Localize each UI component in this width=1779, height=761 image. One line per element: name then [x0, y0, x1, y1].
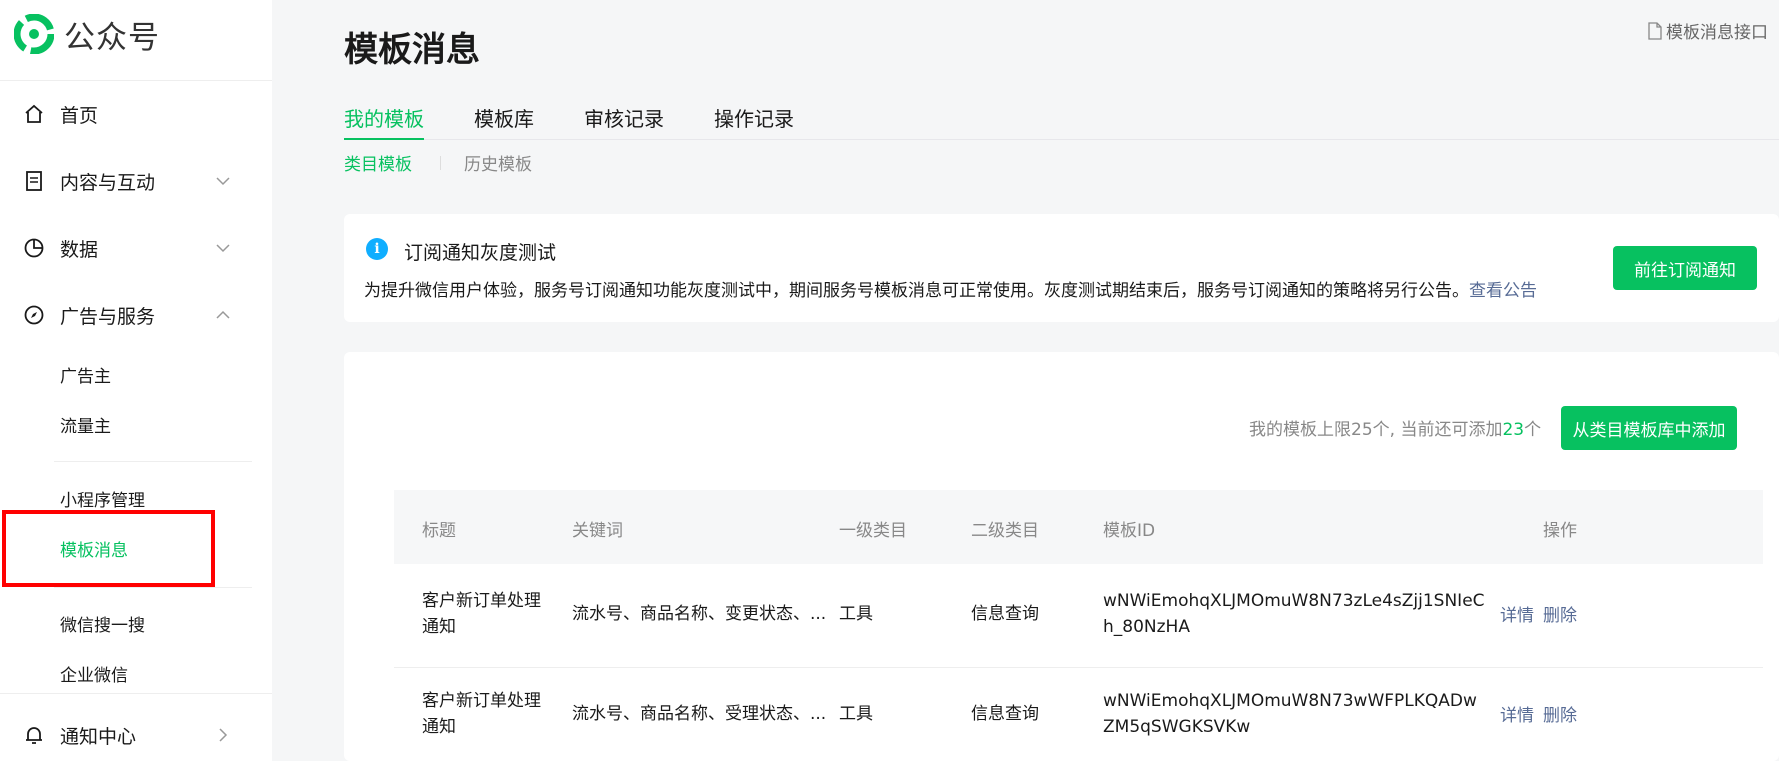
pie-chart-icon [22, 236, 46, 260]
sidebar-subitem-label: 微信搜一搜 [60, 615, 145, 636]
sidebar-divider [0, 80, 272, 81]
sidebar-item-data[interactable]: 数据 [0, 228, 272, 268]
tab-template-library[interactable]: 模板库 [474, 104, 534, 140]
document-icon [22, 169, 46, 193]
template-panel: 我的模板上限25个, 当前还可添加23个 从类目模板库中添加 标题 关键词 一级… [344, 352, 1779, 761]
cell-title-line: 客户新订单处理 [422, 691, 541, 711]
detail-link[interactable]: 详情 [1500, 601, 1534, 626]
chevron-down-icon [216, 244, 230, 253]
doc-link[interactable]: 模板消息接口 [1648, 18, 1768, 43]
tab-operation-records[interactable]: 操作记录 [714, 104, 794, 140]
cell-cat2: 信息查询 [971, 704, 1039, 724]
table-header-cat2: 二级类目 [971, 521, 1039, 541]
view-announcement-link[interactable]: 查看公告 [1469, 281, 1537, 301]
table-header-actions: 操作 [1543, 521, 1577, 541]
chevron-right-icon [219, 728, 228, 742]
sidebar-item-label: 通知中心 [60, 725, 137, 748]
subtab-history-templates[interactable]: 历史模板 [464, 150, 532, 175]
tab-bar: 我的模板 模板库 审核记录 操作记录 [344, 104, 1779, 140]
cell-title: 客户新订单处理 通知 [422, 688, 541, 740]
delete-link[interactable]: 删除 [1543, 701, 1577, 726]
cell-id-line: wNWiEmohqXLJMOmuW8N73wWFPLKQADw [1103, 691, 1477, 711]
cell-title: 客户新订单处理 通知 [422, 588, 541, 640]
table-header-template-id: 模板ID [1103, 521, 1156, 541]
sidebar-subitem-search[interactable]: 微信搜一搜 [0, 607, 272, 639]
sidebar-item-content[interactable]: 内容与互动 [0, 161, 272, 201]
brand-name: 公众号 [64, 19, 160, 56]
sidebar-subitem-label: 小程序管理 [60, 490, 145, 511]
table-row: 客户新订单处理 通知 流水号、商品名称、受理状态、... 工具 信息查询 wNW… [394, 668, 1763, 761]
table-row: 客户新订单处理 通知 流水号、商品名称、变更状态、... 工具 信息查询 wNW… [394, 564, 1763, 668]
subtab-category-templates[interactable]: 类目模板 [344, 150, 412, 175]
quota-text: 我的模板上限25个, 当前还可添加23个 [1249, 415, 1541, 440]
detail-link[interactable]: 详情 [1500, 701, 1534, 726]
compass-icon [22, 303, 46, 327]
cell-keywords: 流水号、商品名称、受理状态、... [572, 704, 827, 724]
tab-review-records[interactable]: 审核记录 [584, 104, 664, 140]
cell-cat1: 工具 [839, 704, 873, 724]
home-icon [22, 102, 46, 126]
notice-banner: i 订阅通知灰度测试 为提升微信用户体验，服务号订阅通知功能灰度测试中，期间服务… [344, 214, 1779, 322]
brand[interactable]: 公众号 [14, 14, 160, 56]
sidebar-item-label: 内容与互动 [60, 171, 156, 194]
sidebar-subitem-label: 流量主 [60, 416, 111, 437]
annotation-highlight-box [2, 510, 215, 587]
cell-keywords: 流水号、商品名称、变更状态、... [572, 604, 827, 624]
quota-suffix: 个 [1524, 420, 1542, 440]
cell-title-line: 通知 [422, 617, 456, 637]
table-header-title: 标题 [422, 521, 456, 541]
cell-template-id: wNWiEmohqXLJMOmuW8N73zLe4sZjj1SNIeC h_80… [1103, 588, 1485, 640]
info-icon: i [366, 238, 388, 260]
add-from-library-button[interactable]: 从类目模板库中添加 [1561, 406, 1737, 450]
chevron-down-icon [216, 177, 230, 186]
delete-link[interactable]: 删除 [1543, 601, 1577, 626]
wechat-official-account-logo [14, 14, 54, 54]
sidebar-subitem-label: 广告主 [60, 366, 111, 387]
sidebar-divider [54, 461, 252, 462]
subtab-divider [440, 156, 441, 170]
sidebar-item-ads-services[interactable]: 广告与服务 [0, 295, 272, 335]
sidebar-divider [0, 693, 272, 694]
notice-text: 为提升微信用户体验，服务号订阅通知功能灰度测试中，期间服务号模板消息可正常使用。… [364, 276, 1537, 301]
sidebar-item-label: 首页 [60, 104, 99, 127]
sidebar-divider [54, 587, 252, 588]
sidebar-item-notifications[interactable]: 通知中心 [0, 715, 272, 755]
sidebar-item-label: 数据 [60, 238, 99, 261]
file-icon [1648, 21, 1662, 40]
sidebar-subitem-publisher[interactable]: 流量主 [0, 408, 272, 440]
table-header: 标题 关键词 一级类目 二级类目 模板ID 操作 [394, 490, 1763, 564]
cell-title-line: 通知 [422, 717, 456, 737]
table-header-cat1: 一级类目 [839, 521, 907, 541]
cell-cat2: 信息查询 [971, 604, 1039, 624]
quota-remaining: 23 [1502, 420, 1525, 440]
sidebar-item-home[interactable]: 首页 [0, 94, 272, 134]
cell-title-line: 客户新订单处理 [422, 591, 541, 611]
sidebar-subitem-wecom[interactable]: 企业微信 [0, 657, 272, 689]
sidebar-item-label: 广告与服务 [60, 305, 156, 328]
bell-icon [22, 723, 46, 747]
sidebar: 公众号 首页 内容与互动 数据 广告与服务 广告主 流量主 小程序管理 模板消息… [0, 0, 272, 761]
chevron-up-icon [216, 310, 230, 319]
cell-id-line: ZM5qSWGKSVKw [1103, 717, 1251, 737]
sidebar-subitem-advertiser[interactable]: 广告主 [0, 358, 272, 390]
go-subscription-button[interactable]: 前往订阅通知 [1613, 246, 1757, 290]
doc-link-label: 模板消息接口 [1666, 23, 1768, 43]
tab-my-templates[interactable]: 我的模板 [344, 104, 424, 140]
quota-prefix: 我的模板上限25个, 当前还可添加 [1249, 420, 1503, 440]
sidebar-subitem-label: 企业微信 [60, 665, 128, 686]
cell-template-id: wNWiEmohqXLJMOmuW8N73wWFPLKQADw ZM5qSWGK… [1103, 688, 1477, 740]
cell-id-line: wNWiEmohqXLJMOmuW8N73zLe4sZjj1SNIeC [1103, 591, 1485, 611]
cell-cat1: 工具 [839, 604, 873, 624]
cell-id-line: h_80NzHA [1103, 617, 1190, 637]
page-title: 模板消息 [344, 30, 480, 70]
notice-title: 订阅通知灰度测试 [404, 242, 557, 264]
notice-body: 为提升微信用户体验，服务号订阅通知功能灰度测试中，期间服务号模板消息可正常使用。… [364, 281, 1469, 301]
table-header-keywords: 关键词 [572, 521, 623, 541]
